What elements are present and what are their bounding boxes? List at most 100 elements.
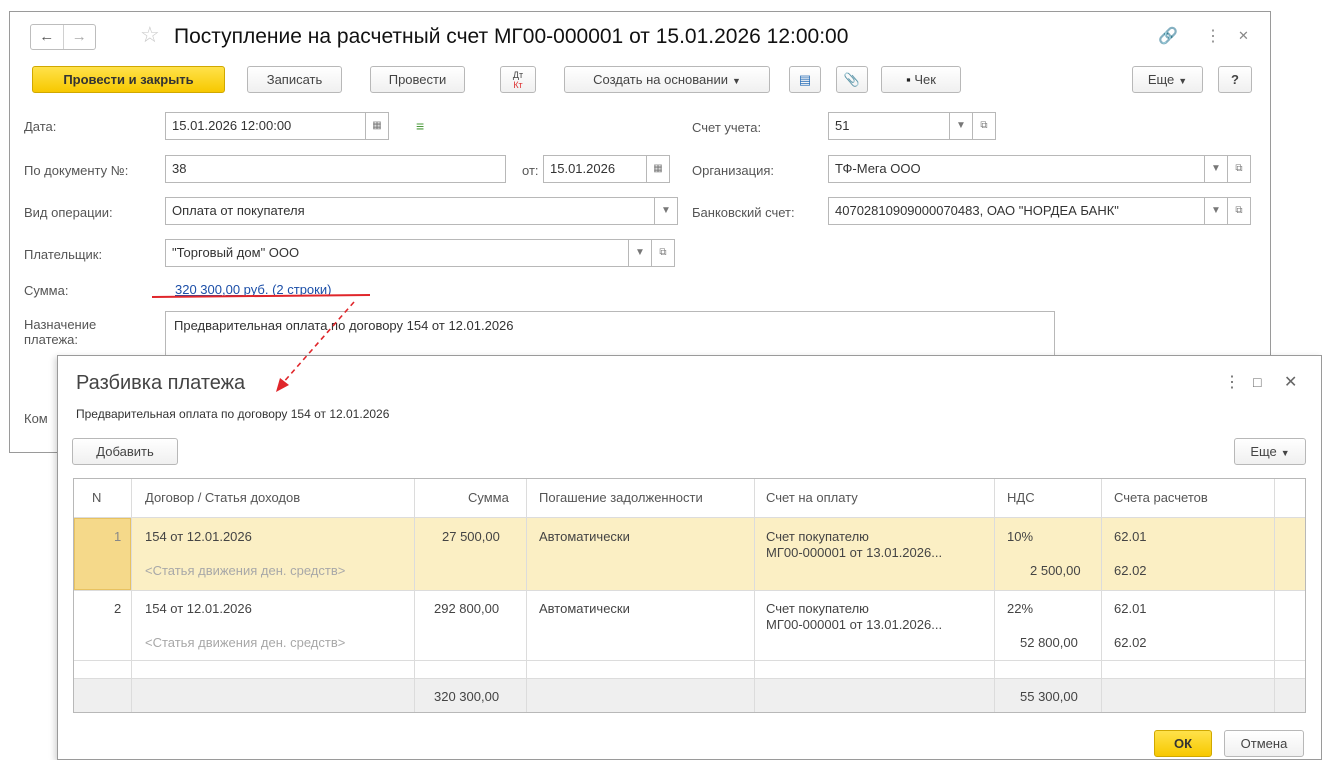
total-vat: 55 300,00 bbox=[1020, 689, 1078, 704]
chevron-down-icon[interactable]: ▼ bbox=[1204, 155, 1228, 183]
article-cell[interactable]: <Статья движения ден. средств> bbox=[145, 563, 345, 578]
open-icon[interactable]: ⧉ bbox=[1227, 155, 1251, 183]
back-arrow-icon[interactable]: ← bbox=[31, 25, 63, 49]
account-cell[interactable]: 62.01 bbox=[1114, 601, 1147, 616]
dialog-subtitle: Предварительная оплата по договору 154 о… bbox=[76, 407, 390, 421]
from-date-input[interactable]: 15.01.2026 bbox=[543, 155, 647, 183]
maximize-icon[interactable]: □ bbox=[1253, 374, 1261, 390]
help-button[interactable]: ? bbox=[1218, 66, 1252, 93]
vat-sum-cell[interactable]: 52 800,00 bbox=[1020, 635, 1078, 650]
payer-label: Плательщик: bbox=[24, 247, 103, 262]
row-number: 2 bbox=[114, 601, 122, 616]
post-button[interactable]: Провести bbox=[370, 66, 465, 93]
favorite-star-icon[interactable]: ☆ bbox=[140, 22, 160, 48]
split-table: N Договор / Статья доходов Сумма Погашен… bbox=[73, 478, 1306, 713]
chevron-down-icon[interactable]: ▼ bbox=[628, 239, 652, 267]
organization-label: Организация: bbox=[692, 163, 775, 178]
close-icon[interactable]: ✕ bbox=[1284, 372, 1297, 392]
more-label: Еще bbox=[1147, 72, 1175, 87]
calendar-icon[interactable]: ▦ bbox=[365, 112, 389, 140]
more-label: Еще bbox=[1250, 444, 1277, 459]
calendar-icon[interactable]: ▦ bbox=[646, 155, 670, 183]
repayment-cell[interactable]: Автоматически bbox=[539, 529, 630, 544]
date-input[interactable]: 15.01.2026 12:00:00 bbox=[165, 112, 366, 140]
col-header-contract[interactable]: Договор / Статья доходов bbox=[145, 490, 300, 505]
sum-label: Сумма: bbox=[24, 283, 69, 298]
cancel-button[interactable]: Отмена bbox=[1224, 730, 1304, 757]
account-label: Счет учета: bbox=[692, 120, 762, 135]
caret-down-icon: ▼ bbox=[1178, 76, 1188, 86]
close-icon[interactable]: ✕ bbox=[1238, 28, 1249, 44]
repayment-cell[interactable]: Автоматически bbox=[539, 601, 630, 616]
chevron-down-icon[interactable]: ▼ bbox=[1204, 197, 1228, 225]
create-based-label: Создать на основании bbox=[593, 72, 728, 87]
invoice-cell-line1[interactable]: Счет покупателю bbox=[766, 529, 869, 544]
col-header-accounts[interactable]: Счета расчетов bbox=[1114, 490, 1208, 505]
date-edit-icon[interactable]: ≡ bbox=[416, 118, 424, 134]
invoice-cell-line1[interactable]: Счет покупателю bbox=[766, 601, 869, 616]
account-input[interactable]: 51 bbox=[828, 112, 950, 140]
operation-select[interactable]: Оплата от покупателя bbox=[165, 197, 655, 225]
open-icon[interactable]: ⧉ bbox=[1227, 197, 1251, 225]
account-cell[interactable]: 62.02 bbox=[1114, 563, 1147, 578]
attach-button[interactable]: 📎 bbox=[836, 66, 868, 93]
forward-arrow-icon[interactable]: → bbox=[62, 25, 96, 49]
row-number: 1 bbox=[114, 529, 122, 544]
payer-input[interactable]: "Торговый дом" ООО bbox=[165, 239, 629, 267]
doc-number-input[interactable]: 38 bbox=[165, 155, 506, 183]
add-button[interactable]: Добавить bbox=[72, 438, 178, 465]
caret-down-icon: ▼ bbox=[731, 76, 741, 86]
doc-number-label: По документу №: bbox=[24, 163, 129, 178]
paperclip-icon: 📎 bbox=[843, 72, 861, 87]
invoice-cell-line2[interactable]: МГ00-000001 от 13.01.2026... bbox=[766, 617, 942, 632]
contract-cell[interactable]: 154 от 12.01.2026 bbox=[145, 601, 252, 616]
save-button[interactable]: Записать bbox=[247, 66, 342, 93]
purpose-label: Назначение платежа: bbox=[24, 317, 97, 347]
col-header-repayment[interactable]: Погашение задолженности bbox=[539, 490, 703, 505]
vat-rate-cell[interactable]: 10% bbox=[1007, 529, 1033, 544]
title-bar: ← → ☆ Поступление на расчетный счет МГ00… bbox=[10, 12, 1270, 60]
col-header-sum[interactable]: Сумма bbox=[468, 490, 509, 505]
dt-kt-button[interactable]: Дт Кт bbox=[500, 66, 536, 93]
vat-sum-cell[interactable]: 2 500,00 bbox=[1030, 563, 1081, 578]
more-vert-icon[interactable]: ⋮ bbox=[1205, 26, 1221, 46]
check-button[interactable]: ▪ Чек bbox=[881, 66, 961, 93]
structure-button[interactable]: ▤ bbox=[789, 66, 821, 93]
chevron-down-icon[interactable]: ▼ bbox=[949, 112, 973, 140]
sum-cell[interactable]: 292 800,00 bbox=[434, 601, 499, 616]
sum-cell[interactable]: 27 500,00 bbox=[442, 529, 500, 544]
dialog-title: Разбивка платежа bbox=[76, 372, 246, 394]
account-cell[interactable]: 62.02 bbox=[1114, 635, 1147, 650]
chevron-down-icon[interactable]: ▼ bbox=[654, 197, 678, 225]
more-vert-icon[interactable]: ⋮ bbox=[1224, 372, 1240, 392]
col-header-vat[interactable]: НДС bbox=[1007, 490, 1035, 505]
create-based-on-button[interactable]: Создать на основании ▼ bbox=[564, 66, 770, 93]
ok-button[interactable]: ОК bbox=[1154, 730, 1212, 757]
bank-account-label: Банковский счет: bbox=[692, 205, 795, 220]
caret-down-icon: ▼ bbox=[1280, 448, 1290, 458]
contract-cell[interactable]: 154 от 12.01.2026 bbox=[145, 529, 252, 544]
from-label: от: bbox=[522, 163, 539, 178]
account-cell[interactable]: 62.01 bbox=[1114, 529, 1147, 544]
col-header-invoice[interactable]: Счет на оплату bbox=[766, 490, 858, 505]
bank-account-input[interactable]: 40702810909000070483, ОАО "НОРДЕА БАНК" bbox=[828, 197, 1205, 225]
more-button[interactable]: Еще ▼ bbox=[1132, 66, 1203, 93]
article-cell[interactable]: <Статья движения ден. средств> bbox=[145, 635, 345, 650]
link-icon[interactable]: 🔗 bbox=[1158, 26, 1178, 46]
date-label: Дата: bbox=[24, 119, 57, 134]
total-sum: 320 300,00 bbox=[434, 689, 500, 704]
more-button[interactable]: Еще ▼ bbox=[1234, 438, 1306, 465]
check-label: Чек bbox=[914, 72, 936, 87]
open-icon[interactable]: ⧉ bbox=[651, 239, 675, 267]
row-number-cell bbox=[74, 518, 131, 590]
structure-icon: ▤ bbox=[798, 72, 812, 87]
invoice-cell-line2[interactable]: МГ00-000001 от 13.01.2026... bbox=[766, 545, 942, 560]
operation-label: Вид операции: bbox=[24, 205, 113, 220]
organization-input[interactable]: ТФ-Мега ООО bbox=[828, 155, 1205, 183]
open-icon[interactable]: ⧉ bbox=[972, 112, 996, 140]
post-and-close-button[interactable]: Провести и закрыть bbox=[32, 66, 225, 93]
sum-link[interactable]: 320 300,00 руб. (2 строки) bbox=[175, 282, 331, 297]
nav-buttons: ← → bbox=[30, 24, 96, 50]
vat-rate-cell[interactable]: 22% bbox=[1007, 601, 1033, 616]
col-header-n[interactable]: N bbox=[92, 490, 101, 505]
